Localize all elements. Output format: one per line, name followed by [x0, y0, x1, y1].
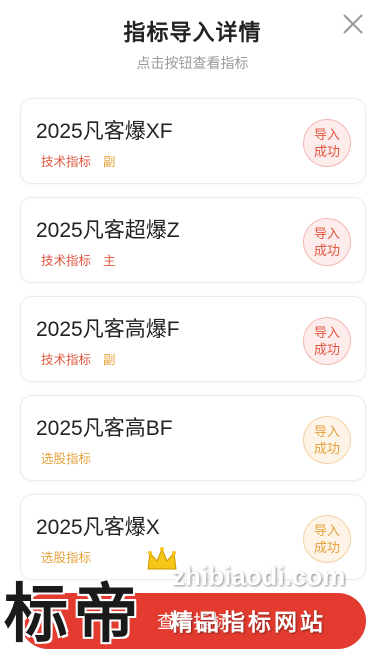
tag-group: 技术指标 副	[41, 349, 116, 368]
tag-type: 技术指标	[41, 254, 92, 268]
indicator-card[interactable]: 2025凡客高BF 选股指标 导入成功	[20, 395, 366, 481]
tag-type: 技术指标	[41, 353, 92, 367]
indicator-name: 2025凡客爆X	[36, 516, 160, 539]
tag-role: 主	[103, 254, 116, 268]
import-status-badge: 导入成功	[303, 416, 351, 464]
view-indicators-button[interactable]: 查看指标	[20, 593, 366, 649]
import-status-badge: 导入成功	[303, 317, 351, 365]
page-subtitle: 点击按钮查看指标	[136, 55, 249, 71]
indicator-card[interactable]: 2025凡客超爆Z 技术指标 主 导入成功	[20, 197, 366, 283]
tag-type: 技术指标	[41, 155, 92, 169]
indicator-name: 2025凡客高BF	[36, 417, 173, 440]
import-status-badge: 导入成功	[303, 119, 351, 167]
import-status-badge: 导入成功	[303, 515, 351, 563]
tag-group: 技术指标 主	[41, 250, 116, 269]
dialog-header: 指标导入详情 点击按钮查看指标	[0, 0, 385, 80]
indicator-name: 2025凡客超爆Z	[36, 219, 180, 242]
indicator-name: 2025凡客爆XF	[36, 120, 173, 143]
page-title: 指标导入详情	[123, 20, 262, 45]
indicator-card[interactable]: 2025凡客高爆F 技术指标 副 导入成功	[20, 296, 366, 382]
tag-group: 技术指标 副	[41, 151, 116, 170]
indicator-card[interactable]: 2025凡客爆XF 技术指标 副 导入成功	[20, 98, 366, 184]
indicator-card[interactable]: 2025凡客爆X 选股指标 导入成功	[20, 494, 366, 580]
indicator-name: 2025凡客高爆F	[36, 318, 180, 341]
tag-role: 副	[103, 353, 116, 367]
close-icon[interactable]	[341, 12, 365, 36]
tag-role: 副	[103, 155, 116, 169]
tag-group: 选股指标	[41, 448, 91, 467]
tag-type: 选股指标	[41, 551, 92, 565]
import-status-badge: 导入成功	[303, 218, 351, 266]
tag-group: 选股指标	[41, 547, 91, 566]
tag-type: 选股指标	[41, 452, 92, 466]
